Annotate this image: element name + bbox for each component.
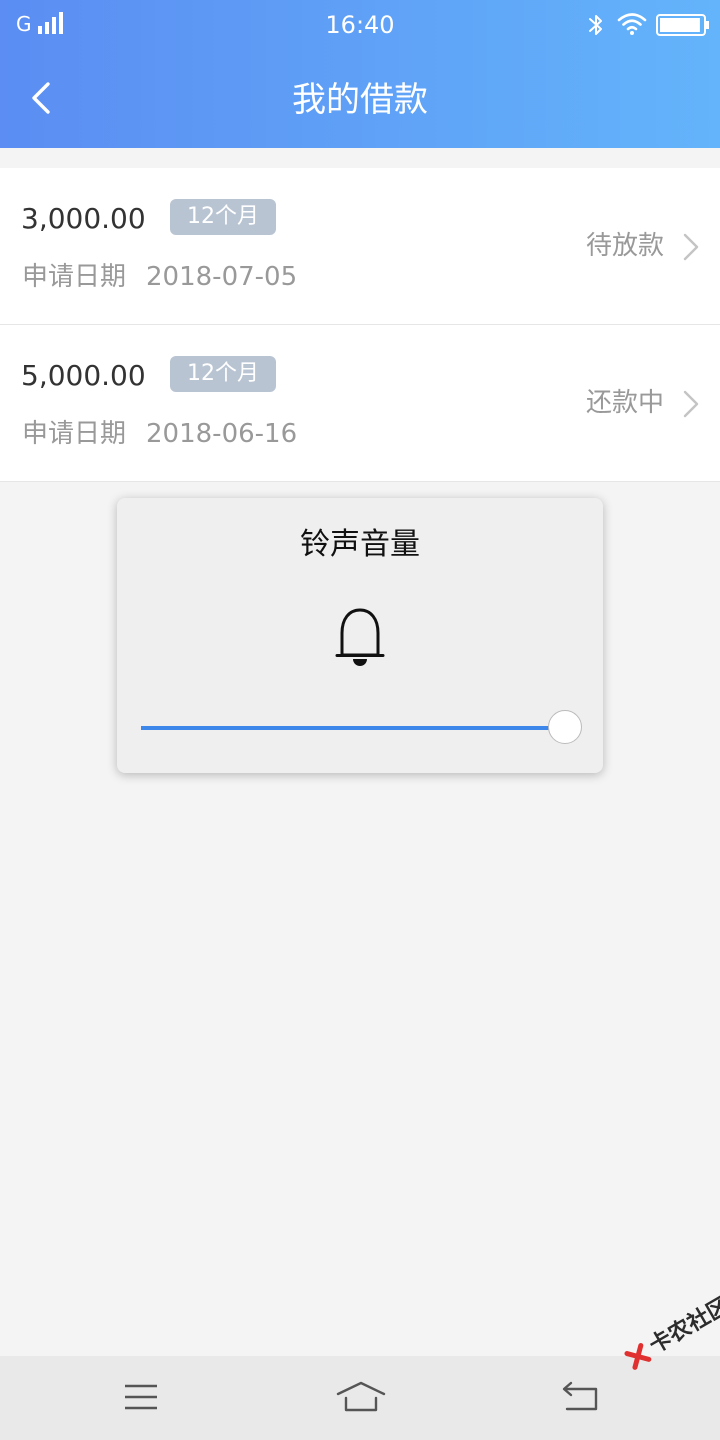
loan-amount: 3,000.00 — [21, 202, 146, 235]
loan-item[interactable]: 3,000.00 12个月 申请日期 2018-07-05 待放款 — [0, 168, 720, 325]
chevron-right-icon — [683, 390, 699, 418]
status-bar: G 16:40 — [0, 0, 720, 52]
chevron-right-icon — [683, 233, 699, 261]
loan-date-line: 申请日期 2018-06-16 — [22, 417, 297, 451]
apply-date-value: 2018-07-05 — [146, 262, 298, 292]
bluetooth-icon — [589, 15, 602, 35]
volume-dialog-title: 铃声音量 — [300, 527, 420, 562]
system-nav-bar — [0, 1356, 720, 1440]
apply-date-label: 申请日期 — [22, 419, 127, 449]
home-icon[interactable] — [336, 1380, 386, 1414]
loan-status: 还款中 — [585, 388, 664, 418]
volume-slider-thumb[interactable] — [548, 710, 582, 744]
battery-icon — [656, 14, 709, 36]
loan-list: 3,000.00 12个月 申请日期 2018-07-05 待放款 5,000.0… — [0, 168, 720, 482]
ringtone-volume-dialog: 铃声音量 — [117, 498, 603, 773]
apply-date-value: 2018-06-16 — [146, 419, 298, 449]
loan-term-badge: 12个月 — [170, 199, 276, 235]
loan-date-line: 申请日期 2018-07-05 — [22, 260, 297, 294]
loan-amount: 5,000.00 — [21, 359, 146, 392]
wifi-icon — [617, 13, 647, 35]
app-header: G 16:40 我的借款 — [0, 0, 720, 148]
loan-item[interactable]: 5,000.00 12个月 申请日期 2018-06-16 还款中 — [0, 325, 720, 482]
volume-slider-fill — [141, 726, 565, 730]
page-title: 我的借款 — [292, 80, 428, 120]
loan-term-badge: 12个月 — [170, 356, 276, 392]
volume-slider[interactable] — [141, 710, 582, 744]
return-icon[interactable] — [561, 1380, 601, 1414]
watermark-text: 卡农社区 — [645, 1293, 720, 1359]
status-time: 16:40 — [325, 11, 395, 39]
menu-icon[interactable] — [124, 1380, 158, 1414]
bell-icon — [335, 608, 385, 666]
loan-status: 待放款 — [585, 231, 664, 261]
apply-date-label: 申请日期 — [22, 262, 127, 292]
